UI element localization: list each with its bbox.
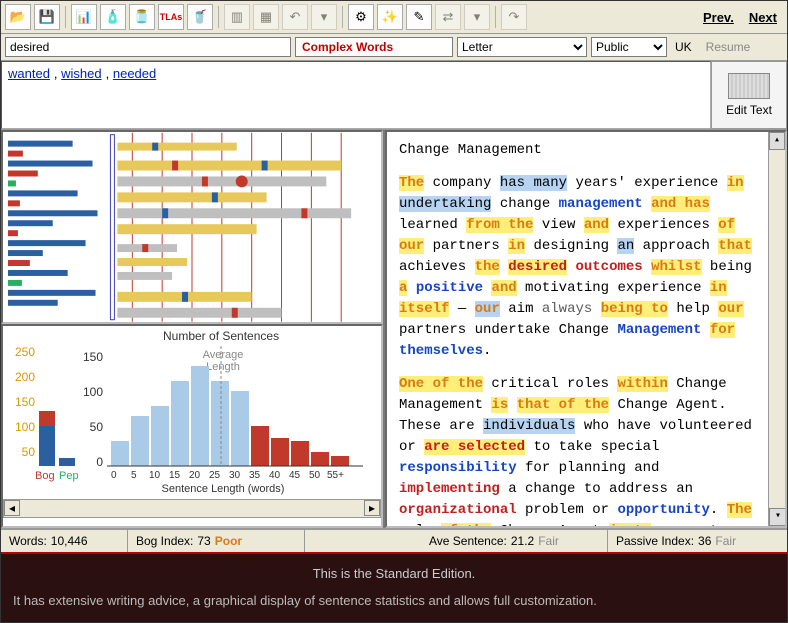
svg-text:5: 5: [131, 470, 137, 481]
scope-select[interactable]: Public: [591, 37, 667, 57]
structure-svg: [3, 132, 381, 322]
svg-text:250: 250: [15, 345, 35, 359]
app-window: 📂 💾 📊 🧴 🫙 TLAs 🥤 ▥ ▦ ↶ ▾ ⚙ ✨ ✎ ⇄ ▾ ↷ Pre…: [0, 0, 788, 623]
next-button[interactable]: Next: [743, 7, 783, 28]
word-input[interactable]: [5, 37, 291, 57]
svg-text:Bog: Bog: [35, 470, 55, 482]
structure-chart[interactable]: [1, 130, 383, 324]
svg-text:0: 0: [96, 455, 103, 469]
scroll-down-icon[interactable]: ▾: [769, 508, 787, 526]
svg-text:Sentence Length (words): Sentence Length (words): [162, 483, 285, 495]
hscrollbar[interactable]: ◂ ▸: [3, 499, 381, 518]
histogram-panel[interactable]: Number of Sentences Average Length 250 2…: [1, 324, 383, 528]
svg-text:45: 45: [289, 470, 301, 481]
vscrollbar[interactable]: ▴ ▾: [768, 132, 785, 526]
grid-icon[interactable]: ▦: [253, 4, 279, 30]
status-words: Words:10,446: [1, 530, 128, 552]
footer-desc: It has extensive writing advice, a graph…: [13, 591, 775, 612]
main-toolbar: 📂 💾 📊 🧴 🫙 TLAs 🥤 ▥ ▦ ↶ ▾ ⚙ ✨ ✎ ⇄ ▾ ↷ Pre…: [1, 1, 787, 34]
jar-icon[interactable]: 🫙: [129, 4, 155, 30]
svg-text:40: 40: [269, 470, 281, 481]
synonyms-panel: wanted, wished, needed: [1, 61, 711, 129]
status-passive: Passive Index:36 Fair: [608, 530, 787, 552]
cup-icon[interactable]: 🥤: [187, 4, 213, 30]
synonym-link[interactable]: needed: [113, 66, 156, 81]
histogram-svg: Number of Sentences Average Length 250 2…: [3, 326, 381, 496]
status-bar: Words:10,446 Bog Index:73 Poor Ave Sente…: [1, 529, 787, 552]
svg-text:200: 200: [15, 370, 35, 384]
left-column: Number of Sentences Average Length 250 2…: [1, 130, 385, 528]
synonyms-row: wanted, wished, needed Edit Text: [1, 61, 787, 130]
document-pane[interactable]: Change Management The company has many y…: [385, 130, 787, 528]
doctype-select[interactable]: Letter: [457, 37, 587, 57]
svg-text:50: 50: [90, 420, 104, 434]
scroll-up-icon[interactable]: ▴: [769, 132, 785, 150]
svg-text:Pep: Pep: [59, 470, 79, 482]
svg-text:50: 50: [22, 445, 36, 459]
metric-display[interactable]: Complex Words: [295, 37, 453, 57]
svg-text:35: 35: [249, 470, 261, 481]
svg-text:15: 15: [169, 470, 181, 481]
chart-icon[interactable]: 📊: [71, 4, 97, 30]
redo-icon[interactable]: ↷: [501, 4, 527, 30]
svg-text:Average: Average: [203, 349, 244, 361]
columns-icon[interactable]: ▥: [224, 4, 250, 30]
sparkle-icon[interactable]: ✨: [377, 4, 403, 30]
svg-text:30: 30: [229, 470, 241, 481]
paragraph: The company has many years' experience i…: [399, 173, 757, 362]
prev-button[interactable]: Prev.: [697, 7, 740, 28]
svg-text:100: 100: [15, 420, 35, 434]
resume-button[interactable]: Resume: [700, 40, 757, 54]
svg-text:10: 10: [149, 470, 161, 481]
svg-text:Length: Length: [206, 361, 240, 373]
synonym-link[interactable]: wanted: [8, 66, 50, 81]
svg-text:20: 20: [189, 470, 201, 481]
undo-icon[interactable]: ↶: [282, 4, 308, 30]
dropdown2-icon[interactable]: ▾: [464, 4, 490, 30]
synonym-link[interactable]: wished: [61, 66, 101, 81]
transfer-icon[interactable]: ⇄: [435, 4, 461, 30]
tla-icon[interactable]: TLAs: [158, 4, 184, 30]
paragraph: One of the critical roles within Change …: [399, 374, 757, 528]
keyboard-icon: [728, 73, 770, 99]
svg-text:150: 150: [83, 350, 103, 364]
footer-title: This is the Standard Edition.: [13, 564, 775, 585]
region-label: UK: [671, 40, 696, 54]
open-icon[interactable]: 📂: [5, 4, 31, 30]
main-area: Number of Sentences Average Length 250 2…: [1, 130, 787, 529]
dropdown-icon[interactable]: ▾: [311, 4, 337, 30]
svg-text:150: 150: [15, 395, 35, 409]
wand-icon[interactable]: ✎: [406, 4, 432, 30]
edit-text-button[interactable]: Edit Text: [711, 61, 787, 129]
gear-icon[interactable]: ⚙: [348, 4, 374, 30]
footer-banner: This is the Standard Edition. It has ext…: [1, 552, 787, 622]
svg-text:25: 25: [209, 470, 221, 481]
svg-text:Number of Sentences: Number of Sentences: [163, 329, 279, 343]
svg-text:100: 100: [83, 385, 103, 399]
filter-row: Complex Words Letter Public UK Resume: [1, 34, 787, 61]
svg-text:0: 0: [111, 470, 117, 481]
svg-text:50: 50: [309, 470, 321, 481]
doc-title: Change Management: [399, 140, 757, 161]
paint-icon[interactable]: 🧴: [100, 4, 126, 30]
status-bog: Bog Index:73 Poor: [128, 530, 305, 552]
svg-text:55+: 55+: [327, 470, 344, 481]
status-ave: Ave Sentence:21.2 Fair: [421, 530, 608, 552]
save-icon[interactable]: 💾: [34, 4, 60, 30]
